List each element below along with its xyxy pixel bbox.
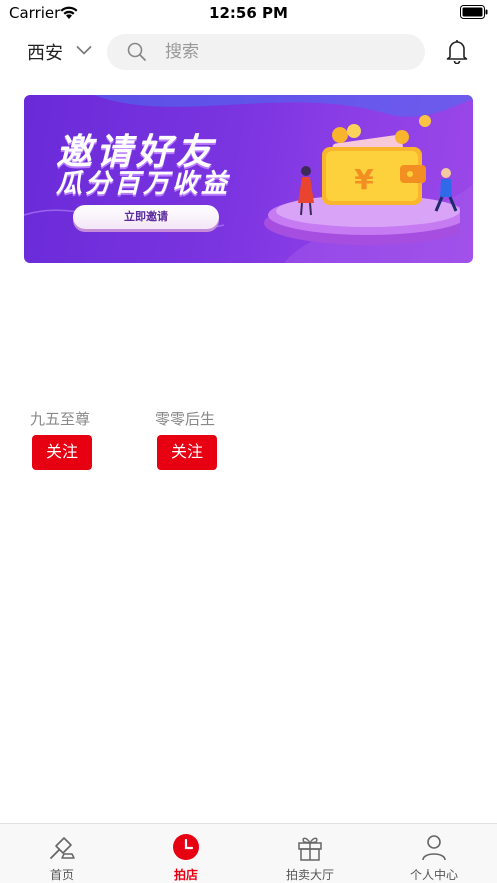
- invite-now-button[interactable]: 立即邀请: [73, 205, 219, 229]
- bell-icon[interactable]: [445, 38, 469, 64]
- follow-button[interactable]: 关注: [32, 435, 92, 470]
- clock-icon: [173, 834, 199, 860]
- shop-name[interactable]: 零零后生: [155, 408, 245, 430]
- tab-label: 拍店: [173, 868, 198, 882]
- battery-icon: [460, 5, 488, 19]
- currency-symbol: ¥: [354, 163, 374, 196]
- wallet-illustration: ¥: [264, 115, 460, 245]
- invite-friends-banner[interactable]: 邀请好友 瓜分百万收益 立即邀请 ¥: [24, 95, 473, 263]
- shop-name[interactable]: 九五至尊: [30, 408, 120, 430]
- search-bar[interactable]: [107, 34, 425, 70]
- gift-icon: [298, 837, 322, 861]
- shop-card: 零零后生 关注: [155, 408, 245, 478]
- person-icon: [422, 835, 446, 861]
- city-selector[interactable]: 西安: [27, 39, 63, 65]
- tab-auction-hall[interactable]: 拍卖大厅: [248, 824, 372, 883]
- tab-bar: 首页 拍店 拍卖大厅 个人中心: [0, 823, 497, 883]
- clock-time: 12:56 PM: [209, 4, 288, 22]
- tab-label: 个人中心: [409, 868, 458, 882]
- tab-label: 首页: [49, 868, 74, 882]
- shop-card: 九五至尊 关注: [30, 408, 120, 478]
- banner-subtitle: 瓜分百万收益: [56, 169, 231, 199]
- tab-auction-shop[interactable]: 拍店: [124, 824, 248, 883]
- search-input[interactable]: [165, 40, 405, 64]
- search-icon: [127, 42, 147, 62]
- follow-button[interactable]: 关注: [157, 435, 217, 470]
- tab-label: 拍卖大厅: [285, 868, 334, 882]
- tab-home[interactable]: 首页: [0, 824, 124, 883]
- status-bar: Carrier 12:56 PM: [0, 0, 497, 26]
- auction-hammer-icon: [50, 837, 75, 859]
- tab-profile[interactable]: 个人中心: [372, 824, 496, 883]
- header: 西安: [0, 30, 497, 76]
- chevron-down-icon[interactable]: [76, 45, 92, 55]
